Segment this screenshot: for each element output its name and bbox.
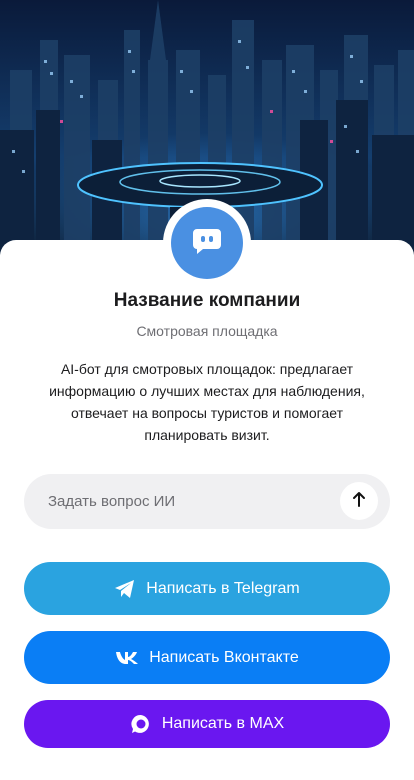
vk-icon [115,651,139,665]
max-button[interactable]: Написать в MAX [24,700,390,748]
telegram-button[interactable]: Написать в Telegram [24,562,390,615]
send-button[interactable] [340,482,378,520]
company-description: AI-бот для смотровых площадок: предлагае… [49,361,365,443]
max-icon [130,713,152,735]
company-category: Смотровая площадка [136,323,278,339]
telegram-icon [114,579,136,599]
max-button-label: Написать в MAX [161,715,285,732]
ask-ai-field [24,474,390,529]
telegram-button-label: Написать в Telegram [146,579,300,597]
vk-button-label: Написать Вконтакте [149,648,299,666]
vk-button[interactable]: Написать Вконтакте [24,631,390,684]
avatar [171,207,243,279]
ask-ai-input[interactable] [48,474,348,529]
company-name: Название компании [113,290,301,311]
chat-bot-icon [191,225,223,262]
arrow-up-icon [351,490,367,513]
